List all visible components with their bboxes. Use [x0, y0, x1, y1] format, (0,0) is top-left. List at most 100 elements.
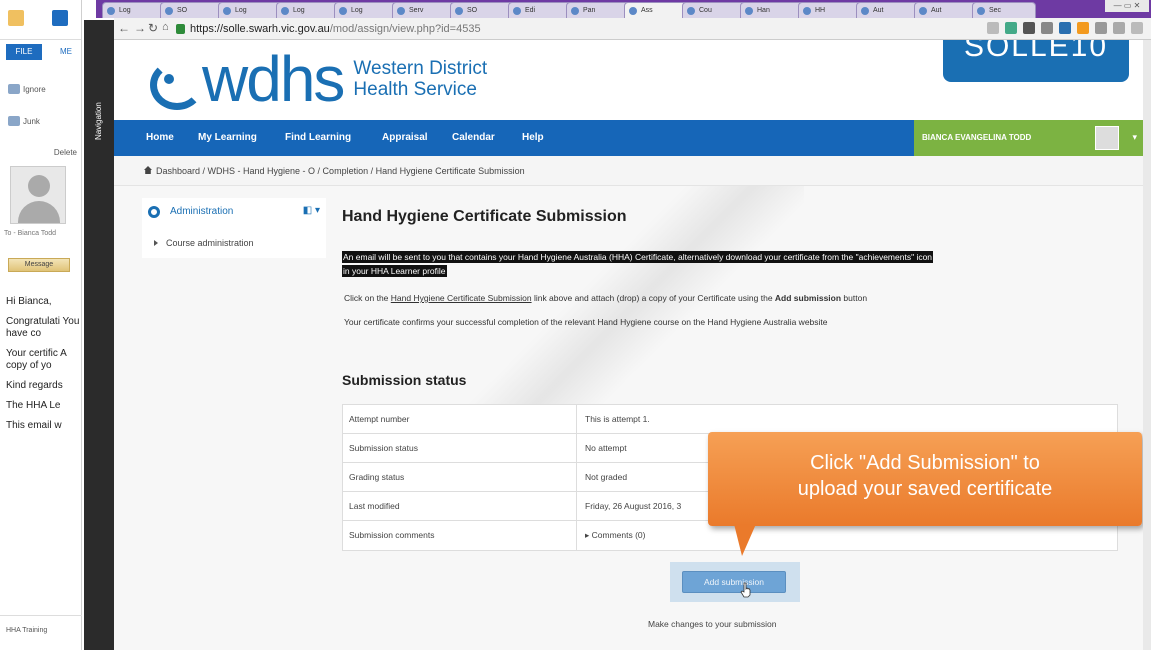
para-text: Click on the	[344, 293, 391, 303]
add-submission-highlight: Add submission	[670, 562, 800, 602]
row-key: Submission comments	[343, 521, 577, 550]
row-key: Submission status	[343, 434, 577, 462]
url-field[interactable]: https://solle.swarh.vic.gov.au/mod/assig…	[174, 21, 894, 37]
callout-pointer	[734, 524, 756, 556]
outlook-quick-access-toolbar	[0, 0, 81, 40]
callout-line1: Click "Add Submission" to	[810, 452, 1040, 474]
certificate-paragraph: Your certificate confirms your successfu…	[344, 317, 828, 327]
delete-group-label: Delete	[53, 148, 77, 157]
address-bar-row: ← → ↻ ⌂ https://solle.swarh.vic.gov.au/m…	[114, 18, 1151, 40]
logo-subtitle-line2: Health Service	[353, 79, 477, 100]
star-icon[interactable]	[987, 22, 999, 34]
message-button[interactable]: Message	[8, 258, 70, 272]
email-line: Kind regards	[6, 380, 63, 391]
browser-tab-bar: Log SO Log Log Log Serv SO Edi Pan Ass C…	[96, 0, 1151, 18]
folder-item-hha-training[interactable]: HHA Training	[0, 615, 82, 650]
course-administration-label: Course administration	[166, 238, 254, 248]
nav-find-learning[interactable]: Find Learning	[285, 132, 351, 143]
user-avatar	[1095, 126, 1119, 150]
reload-icon[interactable]: ↻	[148, 21, 158, 35]
browser-tab[interactable]: Log	[276, 2, 340, 18]
extension-icon[interactable]	[1113, 22, 1125, 34]
highlight-line1: An email will be sent to you that contai…	[342, 251, 934, 263]
administration-title[interactable]: Administration	[170, 206, 233, 217]
junk-label: Junk	[23, 116, 40, 126]
course-administration-item[interactable]: Course administration	[154, 238, 254, 248]
browser-tab[interactable]: Log	[334, 2, 398, 18]
extension-icon[interactable]	[1077, 22, 1089, 34]
email-line: Your certific A copy of yo	[6, 348, 67, 371]
scrollbar[interactable]	[1143, 40, 1151, 650]
row-key: Grading status	[343, 463, 577, 491]
table-row: Attempt number This is attempt 1.	[343, 405, 1117, 434]
recipient-line: To - Bianca Todd	[4, 230, 57, 237]
email-line: This email w	[6, 420, 62, 431]
extension-icon[interactable]	[1023, 22, 1035, 34]
browser-tab[interactable]: Serv	[392, 2, 456, 18]
extension-icon[interactable]	[1059, 22, 1071, 34]
forward-icon[interactable]: →	[134, 21, 146, 35]
callout-line2: upload your saved certificate	[797, 478, 1053, 500]
ignore-label: Ignore	[23, 84, 46, 94]
ignore-icon	[8, 84, 20, 94]
home-icon[interactable]	[144, 166, 152, 174]
browser-tab[interactable]: Han	[740, 2, 804, 18]
window-controls[interactable]: — ▭ ✕	[1105, 0, 1149, 12]
browser-tab[interactable]: Pan	[566, 2, 630, 18]
sender-avatar	[10, 166, 66, 224]
browser-tab[interactable]: Aut	[914, 2, 978, 18]
main-navigation: Home My Learning Find Learning Appraisal…	[114, 120, 1143, 156]
lock-icon	[176, 24, 185, 34]
page-title: Hand Hygiene Certificate Submission	[342, 208, 627, 225]
browser-tab-active[interactable]: Ass	[624, 2, 688, 18]
extension-icon[interactable]	[1005, 22, 1017, 34]
browser-tab[interactable]: Sec	[972, 2, 1036, 18]
nav-home[interactable]: Home	[146, 132, 174, 143]
certificate-submission-link[interactable]: Hand Hygiene Certificate Submission	[391, 293, 532, 303]
browser-tab[interactable]: Cou	[682, 2, 746, 18]
row-key: Attempt number	[343, 405, 577, 433]
back-icon[interactable]: ←	[118, 21, 130, 35]
file-tab[interactable]: FILE	[6, 44, 42, 60]
para-text: button	[841, 293, 868, 303]
message-tab[interactable]: ME	[60, 44, 72, 60]
browser-tab[interactable]: Log	[102, 2, 166, 18]
outlook-app-icon	[8, 10, 24, 26]
extension-icon[interactable]	[1041, 22, 1053, 34]
browser-tab[interactable]: HH	[798, 2, 862, 18]
breadcrumb-path[interactable]: Dashboard / WDHS - Hand Hygiene - O / Co…	[156, 166, 525, 176]
email-line: Hi Bianca,	[6, 296, 52, 307]
highlighted-intro: An email will be sent to you that contai…	[342, 250, 1118, 278]
nav-calendar[interactable]: Calendar	[452, 132, 495, 143]
url-host: https://solle.swarh.vic.gov.au	[190, 23, 330, 35]
menu-icon[interactable]	[1131, 22, 1143, 34]
dock-block-icon[interactable]: ◧ ▾	[303, 205, 320, 216]
extension-icon[interactable]	[1095, 22, 1107, 34]
logo-swirl-icon	[148, 56, 204, 110]
save-icon[interactable]	[52, 10, 68, 26]
chevron-down-icon: ▾	[1132, 132, 1137, 142]
user-menu[interactable]: BIANCA EVANGELINA TODD ▾	[914, 120, 1143, 156]
wdhs-logo[interactable]: wdhs Western District Health Service	[148, 44, 487, 114]
home-icon[interactable]: ⌂	[162, 21, 169, 33]
page-content: Administration ◧ ▾ Course administration…	[114, 186, 1143, 650]
add-submission-button[interactable]: Add submission	[682, 571, 786, 593]
browser-tab[interactable]: Log	[218, 2, 282, 18]
browser-tab[interactable]: SO	[160, 2, 224, 18]
nav-my-learning[interactable]: My Learning	[198, 132, 257, 143]
ignore-button[interactable]: Ignore	[8, 84, 46, 94]
url-path: /mod/assign/view.php?id=4535	[329, 23, 481, 35]
gear-icon	[148, 206, 160, 218]
browser-tab[interactable]: SO	[450, 2, 514, 18]
nav-appraisal[interactable]: Appraisal	[382, 132, 428, 143]
email-line: Congratulati You have co	[6, 316, 80, 339]
solle-badge: SOLLE10	[943, 40, 1129, 82]
nav-help[interactable]: Help	[522, 132, 544, 143]
logo-wordmark: wdhs	[202, 43, 345, 115]
triangle-right-icon	[154, 240, 158, 246]
browser-tab[interactable]: Edi	[508, 2, 572, 18]
junk-button[interactable]: Junk	[8, 116, 40, 126]
navigation-strip[interactable]: Navigation	[84, 20, 114, 650]
outlook-reading-pane: FILE ME Ignore Junk Delete To - Bianca T…	[0, 0, 82, 650]
browser-tab[interactable]: Aut	[856, 2, 920, 18]
